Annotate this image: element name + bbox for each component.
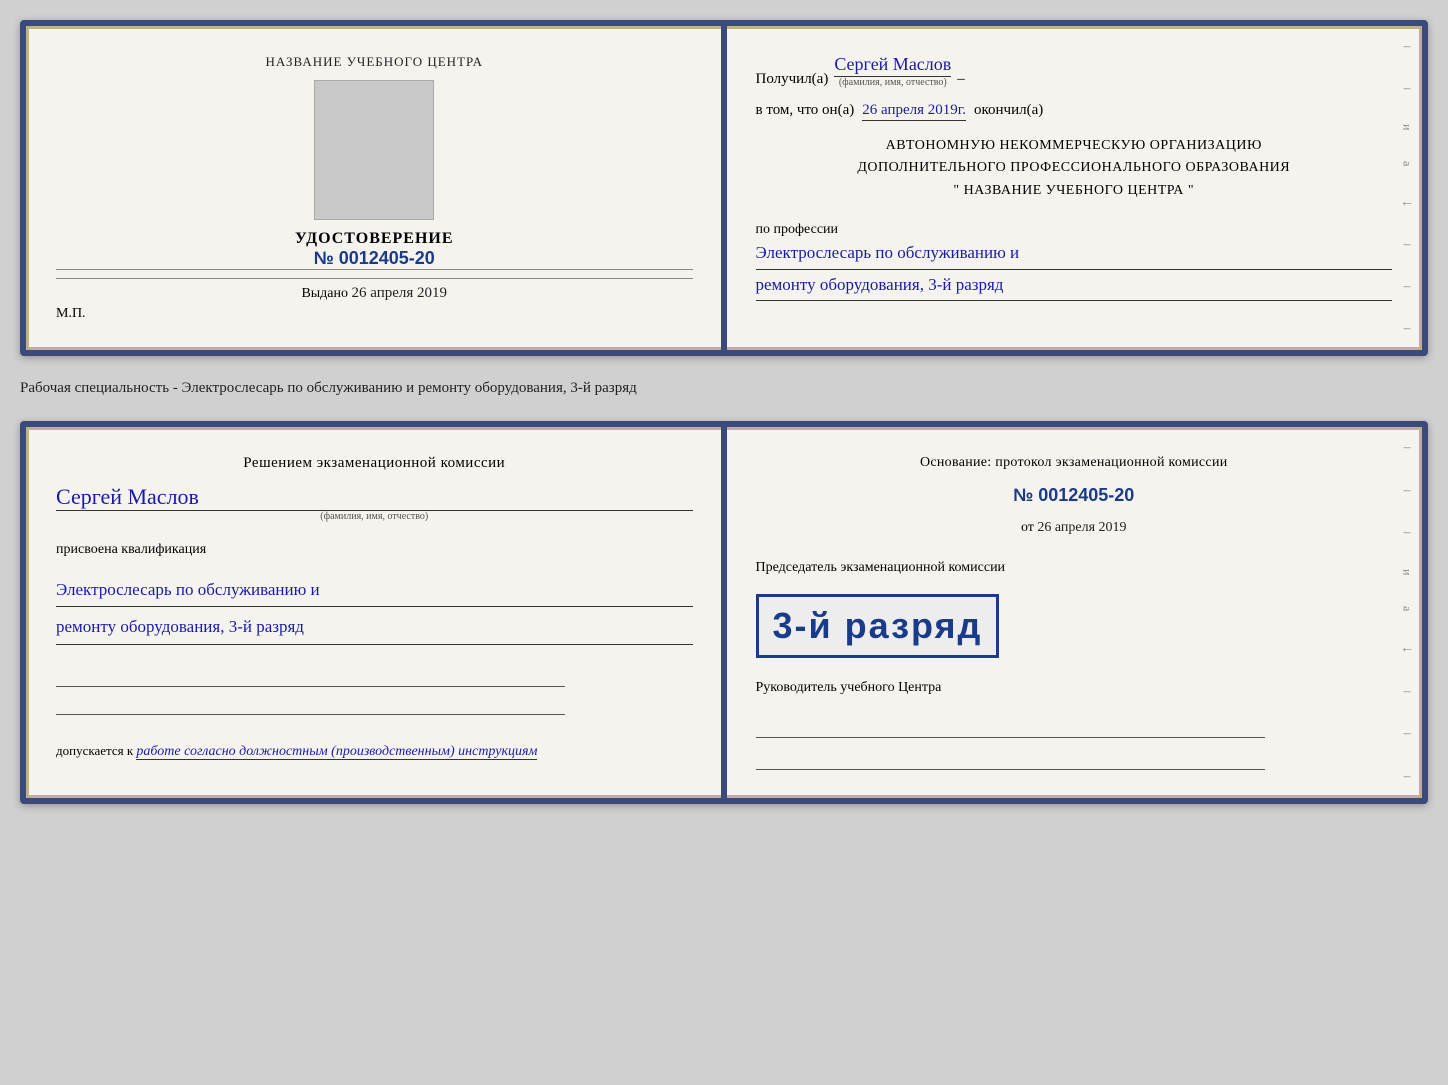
vydano-line: Выдано 26 апреля 2019 xyxy=(56,278,693,302)
right-decorations-2: – – – и а ← – – – xyxy=(1398,427,1416,798)
sig-line-2 xyxy=(56,695,565,715)
sig-lines-left xyxy=(56,667,693,715)
vydano-label: Выдано xyxy=(301,286,348,301)
right-decorations: – – и а ← – – – xyxy=(1398,26,1416,350)
prisvoena-label: присвоена квалификация xyxy=(56,542,693,558)
dopusk-text: работе согласно должностным (производств… xyxy=(136,744,537,760)
osnovanie-label: Основание: протокол экзаменационной коми… xyxy=(756,455,1393,471)
cert2-left-panel: Решением экзаменационной комиссии Сергей… xyxy=(26,427,726,798)
sig-lines-right xyxy=(756,718,1393,770)
ot-label: от xyxy=(1021,520,1034,535)
po-professii-label: по профессии Электрослесарь по обслужива… xyxy=(756,222,1393,301)
org-line2: ДОПОЛНИТЕЛЬНОГО ПРОФЕССИОНАЛЬНОГО ОБРАЗО… xyxy=(756,157,1393,179)
cert-number: № 0012405-20 xyxy=(295,248,454,269)
protocol-number: № 0012405-20 xyxy=(756,485,1393,506)
poluchil-label: Получил(а) xyxy=(756,71,829,88)
profession-line2: ремонту оборудования, 3-й разряд xyxy=(756,270,1393,302)
qual-line1: Электрослесарь по обслуживанию и xyxy=(56,574,693,607)
okonchil-label: окончил(а) xyxy=(974,102,1043,119)
poluchil-line: Получил(а) Сергей Маслов (фамилия, имя, … xyxy=(756,54,1393,88)
sig-line-1 xyxy=(56,667,565,687)
name-block: Сергей Маслов (фамилия, имя, отчество) xyxy=(56,484,693,522)
rukovoditel-label: Руководитель учебного Центра xyxy=(756,680,1393,696)
certificate-1: НАЗВАНИЕ УЧЕБНОГО ЦЕНТРА УДОСТОВЕРЕНИЕ №… xyxy=(20,20,1428,356)
udostoverenie-block: УДОСТОВЕРЕНИЕ № 0012405-20 xyxy=(295,230,454,269)
sig-line-r2 xyxy=(756,750,1265,770)
cert2-right-panel: Основание: протокол экзаменационной коми… xyxy=(726,427,1423,798)
vtom-label: в том, что он(а) xyxy=(756,102,855,119)
predsedatel-label: Председатель экзаменационной комиссии xyxy=(756,560,1393,576)
vtom-line: в том, что он(а) 26 апреля 2019г. окончи… xyxy=(756,102,1393,121)
ot-line: от 26 апреля 2019 xyxy=(756,520,1393,536)
vydano-date: 26 апреля 2019 xyxy=(352,285,448,301)
school-name-top: НАЗВАНИЕ УЧЕБНОГО ЦЕНТРА xyxy=(266,54,483,70)
org-block: АВТОНОМНУЮ НЕКОММЕРЧЕСКУЮ ОРГАНИЗАЦИЮ ДО… xyxy=(756,135,1393,202)
recipient-name: Сергей Маслов xyxy=(834,54,951,77)
mp-label: М.П. xyxy=(56,306,86,322)
dopusk-label: допускается к xyxy=(56,743,133,758)
fio-label-2: (фамилия, имя, отчество) xyxy=(56,511,693,522)
page-wrapper: НАЗВАНИЕ УЧЕБНОГО ЦЕНТРА УДОСТОВЕРЕНИЕ №… xyxy=(20,20,1428,804)
cert1-right-panel: Получил(а) Сергей Маслов (фамилия, имя, … xyxy=(726,26,1423,350)
org-quote: " НАЗВАНИЕ УЧЕБНОГО ЦЕНТРА " xyxy=(756,180,1393,202)
org-line1: АВТОНОМНУЮ НЕКОММЕРЧЕСКУЮ ОРГАНИЗАЦИЮ xyxy=(756,135,1393,157)
dopuskaetsya-block: допускается к работе согласно должностны… xyxy=(56,743,693,760)
vtom-date: 26 апреля 2019г. xyxy=(862,102,966,121)
stamp-text: 3-й разряд xyxy=(773,605,983,647)
sig-line-r1 xyxy=(756,718,1265,738)
udostoverenie-title: УДОСТОВЕРЕНИЕ xyxy=(295,230,454,248)
qualification-block: Электрослесарь по обслуживанию и ремонту… xyxy=(56,570,693,645)
person-name: Сергей Маслов xyxy=(56,484,693,511)
cert1-left-panel: НАЗВАНИЕ УЧЕБНОГО ЦЕНТРА УДОСТОВЕРЕНИЕ №… xyxy=(26,26,726,350)
dash-1: – xyxy=(957,71,965,88)
stamp: 3-й разряд xyxy=(756,594,1000,658)
stamp-area: 3-й разряд xyxy=(756,590,1393,658)
resheniem-title: Решением экзаменационной комиссии xyxy=(56,455,693,472)
certificate-2: Решением экзаменационной комиссии Сергей… xyxy=(20,421,1428,804)
spec-description: Рабочая специальность - Электрослесарь п… xyxy=(20,374,1428,403)
fio-label: (фамилия, имя, отчество) xyxy=(839,77,947,88)
ot-date: 26 апреля 2019 xyxy=(1037,520,1126,535)
profession-line1: Электрослесарь по обслуживанию и xyxy=(756,238,1393,270)
photo-placeholder xyxy=(314,80,434,220)
qual-line2: ремонту оборудования, 3-й разряд xyxy=(56,611,693,644)
